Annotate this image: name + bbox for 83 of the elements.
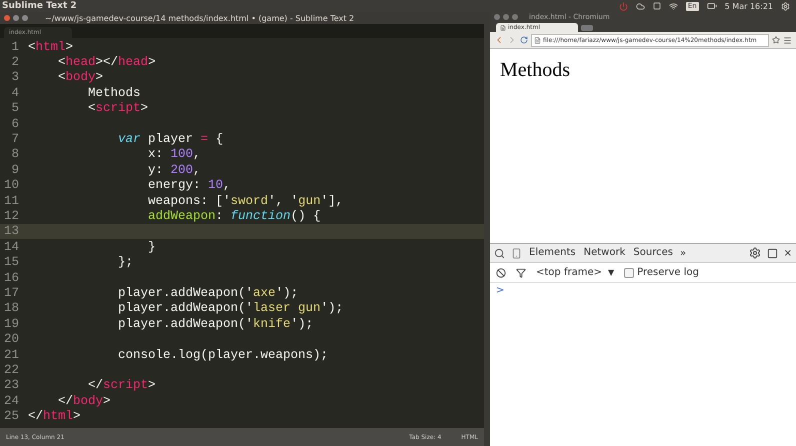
more-tabs-button[interactable]: » xyxy=(680,248,686,258)
search-icon xyxy=(494,248,505,258)
window-icon xyxy=(652,2,661,10)
caret-icon[interactable]: ▼ xyxy=(608,268,614,277)
minimize-button[interactable] xyxy=(13,15,19,21)
code-line: player.addWeapon('laser gun'); xyxy=(117,301,344,316)
line-number: 23 xyxy=(2,378,19,392)
line-number: 9 xyxy=(10,162,19,177)
code-line: <body> xyxy=(57,70,104,84)
line-number: 25 xyxy=(2,409,19,424)
code-line: <html> xyxy=(28,40,74,54)
app-name: Sublime Text 2 xyxy=(2,1,77,11)
page-icon xyxy=(500,24,506,30)
code-line: x: 100, xyxy=(147,147,201,162)
line-number: 18 xyxy=(2,301,19,316)
code-line: energy: 10, xyxy=(147,178,231,192)
line-number: 21 xyxy=(2,348,19,362)
filter-icon xyxy=(516,268,526,278)
maximize-button[interactable] xyxy=(22,15,28,21)
code-line: <head></head> xyxy=(57,55,156,70)
line-number: 8 xyxy=(10,147,19,162)
line-number: 2 xyxy=(10,55,19,70)
settings-icon xyxy=(781,2,790,10)
code-line: <script> xyxy=(87,101,148,116)
line-number: 20 xyxy=(2,332,19,346)
clock: 5 Mar 16:21 xyxy=(724,2,773,10)
power-icon xyxy=(618,2,628,10)
line-number: 16 xyxy=(2,270,19,285)
code-line: console.log(player.weapons); xyxy=(117,348,328,362)
line-number: 22 xyxy=(2,362,19,377)
code-line: </html> xyxy=(28,409,81,424)
minimize-button[interactable] xyxy=(503,14,509,20)
menu-icon xyxy=(783,36,792,44)
clear-icon xyxy=(496,268,506,278)
settings-icon xyxy=(748,247,761,259)
devtools-tab[interactable]: Network xyxy=(582,244,626,262)
line-number: 3 xyxy=(10,70,19,84)
phone-icon xyxy=(511,248,522,258)
maximize-button[interactable] xyxy=(512,14,518,20)
code-line: addWeapon: function() { xyxy=(147,208,321,223)
window-title: ~/www/js-gamedev-course/14 methods/index.html • (game) - Sublime Text 2 xyxy=(45,14,354,22)
checkbox[interactable] xyxy=(624,268,634,278)
line-number: 5 xyxy=(10,101,19,116)
code-line: </script> xyxy=(87,378,156,392)
dock-icon xyxy=(766,248,778,258)
devtools-tab[interactable]: Elements xyxy=(528,244,577,262)
star-icon xyxy=(772,36,780,44)
code-line: Methods xyxy=(87,86,141,100)
page-heading: Methods xyxy=(500,59,571,82)
devtools-tab[interactable]: Sources xyxy=(632,244,674,262)
close-button[interactable]: × xyxy=(784,248,792,258)
line-number: 13 xyxy=(2,224,19,238)
code-line: </body> xyxy=(57,394,111,408)
line-number: 7 xyxy=(10,132,19,146)
line-number: 11 xyxy=(2,194,19,208)
line-number: 14 xyxy=(2,240,19,254)
page-icon xyxy=(534,36,541,44)
line-number: 19 xyxy=(2,316,19,331)
cloud-icon xyxy=(636,2,645,10)
line-number: 12 xyxy=(2,208,19,223)
code-line: player.addWeapon('knife'); xyxy=(117,316,314,331)
console-prompt[interactable]: > xyxy=(496,285,790,296)
code-line: var player = { xyxy=(117,132,224,146)
battery-icon xyxy=(706,1,717,11)
line-number: 17 xyxy=(2,286,19,300)
close-button[interactable] xyxy=(4,15,10,21)
new-tab-button[interactable] xyxy=(581,25,593,31)
wifi-icon xyxy=(668,2,678,10)
reload-icon xyxy=(520,36,528,44)
line-number: 4 xyxy=(10,86,19,100)
code-line: }; xyxy=(117,255,134,270)
line-number: 1 xyxy=(10,40,19,54)
code-line: player.addWeapon('axe'); xyxy=(117,286,298,300)
code-line: weapons: ['sword', 'gun'], xyxy=(147,194,344,208)
code-line: y: 200, xyxy=(147,162,201,177)
line-number: 15 xyxy=(2,255,19,270)
checkbox-label: Preserve log xyxy=(637,267,700,278)
line-number: 24 xyxy=(2,394,19,408)
line-number: 10 xyxy=(2,178,19,192)
frame-selector[interactable]: <top frame> xyxy=(536,267,602,278)
line-number: 6 xyxy=(10,116,19,131)
close-button[interactable] xyxy=(494,14,500,20)
code-line: } xyxy=(147,240,156,254)
